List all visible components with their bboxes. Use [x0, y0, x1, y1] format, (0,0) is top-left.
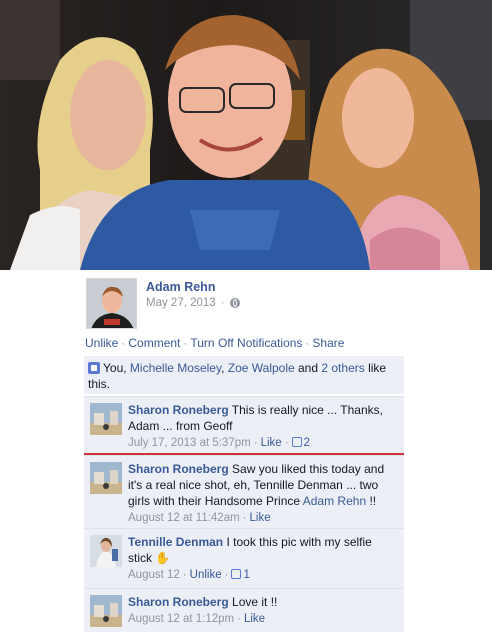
comment-time[interactable]: August 12	[128, 569, 180, 581]
post-header: Adam Rehn May 27, 2013 ·	[86, 278, 406, 330]
likes-summary: You, Michelle Moseley, Zoe Walpole and 2…	[84, 356, 404, 394]
liker-zoe-walpole[interactable]: Zoe Walpole	[228, 361, 295, 375]
comment-body: Tennille Denman I took this pic with my …	[128, 534, 396, 583]
avatar-image	[90, 462, 122, 494]
separator: ·	[121, 336, 126, 350]
post-date[interactable]: May 27, 2013	[146, 297, 216, 309]
comment-meta: August 12 at 1:12pm · Like	[128, 611, 396, 627]
waving-hand-icon: ✋	[155, 551, 171, 565]
commenter-name[interactable]: Sharon Roneberg	[128, 595, 229, 609]
comment-meta: August 12 at 11:42am · Like	[128, 510, 396, 526]
dot-separator: ·	[220, 297, 225, 309]
post-photo[interactable]	[0, 0, 492, 270]
separator: ·	[253, 437, 258, 449]
commenter-avatar[interactable]	[90, 462, 122, 494]
commenter-avatar[interactable]	[90, 403, 122, 435]
comment-body: Sharon Roneberg Love it !! August 12 at …	[128, 594, 396, 627]
comment-meta: July 17, 2013 at 5:37pm · Like · 2	[128, 435, 396, 451]
comment-time[interactable]: July 17, 2013 at 5:37pm	[128, 437, 251, 449]
likes-others-link[interactable]: 2 others	[321, 361, 364, 375]
likes-and: and	[294, 361, 322, 375]
likes-sep: ,	[221, 361, 228, 375]
like-thumb-icon	[231, 569, 242, 579]
comment-body: Sharon Roneberg Saw you liked this today…	[128, 461, 396, 526]
avatar-image	[87, 279, 136, 328]
separator: ·	[183, 336, 188, 350]
comment-time[interactable]: August 12 at 11:42am	[128, 512, 240, 524]
separator: ·	[284, 437, 289, 449]
liker-michelle-moseley[interactable]: Michelle Moseley	[130, 361, 221, 375]
author-name[interactable]: Adam Rehn	[146, 280, 215, 294]
likes-prefix: You,	[103, 361, 130, 375]
commenter-name[interactable]: Sharon Roneberg	[128, 462, 229, 476]
comment-meta: August 12 · Unlike · 1	[128, 567, 396, 583]
comment: Sharon Roneberg Love it !! August 12 at …	[84, 588, 404, 632]
commenter-name[interactable]: Sharon Roneberg	[128, 403, 229, 417]
unlike-link[interactable]: Unlike	[85, 336, 118, 350]
comment-text-end: !!	[366, 494, 377, 508]
like-thumb-icon	[88, 362, 100, 374]
separator: ·	[182, 569, 187, 581]
separator: ·	[237, 613, 241, 625]
share-link[interactable]: Share	[312, 336, 344, 350]
avatar-image	[90, 595, 122, 627]
avatar-image	[90, 403, 122, 435]
comment-like-count[interactable]: 1	[243, 569, 249, 581]
separator: ·	[305, 336, 310, 350]
like-link[interactable]: Like	[250, 512, 271, 524]
like-thumb-icon	[291, 437, 302, 447]
photo-illustration	[0, 0, 492, 270]
mention-link[interactable]: Adam Rehn	[303, 494, 366, 508]
comment: Sharon Roneberg Saw you liked this today…	[84, 455, 404, 528]
post-meta: May 27, 2013 ·	[146, 297, 240, 309]
commenter-avatar[interactable]	[90, 595, 122, 627]
separator: ·	[224, 569, 229, 581]
unlike-link[interactable]: Unlike	[190, 569, 222, 581]
turn-off-notifications-link[interactable]: Turn Off Notifications	[190, 336, 302, 350]
avatar-image	[90, 535, 122, 567]
commenter-name[interactable]: Tennille Denman	[128, 535, 223, 549]
comment-body: Sharon Roneberg This is really nice ... …	[128, 402, 396, 451]
comment: Sharon Roneberg This is really nice ... …	[84, 396, 404, 453]
comment-time[interactable]: August 12 at 1:12pm	[128, 613, 234, 625]
like-link[interactable]: Like	[244, 613, 265, 625]
comment-link[interactable]: Comment	[128, 336, 180, 350]
commenter-avatar[interactable]	[90, 535, 122, 567]
comment-text: Love it !!	[228, 595, 278, 609]
like-link[interactable]: Like	[261, 437, 282, 449]
separator: ·	[242, 512, 247, 524]
post-actions: Unlike · Comment · Turn Off Notifications · Sh…	[85, 336, 344, 350]
author-avatar[interactable]	[86, 278, 137, 329]
comment: Tennille Denman I took this pic with my …	[84, 528, 404, 588]
globe-icon[interactable]	[229, 298, 240, 308]
comment-like-count[interactable]: 2	[304, 437, 310, 449]
